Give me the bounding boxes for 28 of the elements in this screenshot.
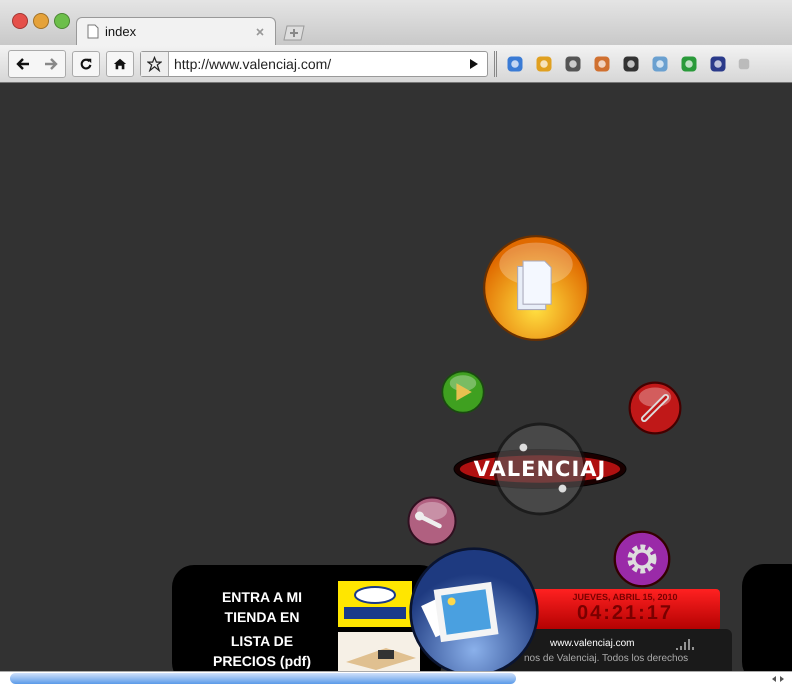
copyright-text: nos de Valenciaj. Todos los derechos xyxy=(524,653,688,664)
play-orb-button[interactable] xyxy=(441,370,485,414)
minimize-window-button[interactable] xyxy=(33,13,49,29)
clock-date: JUEVES, ABRIL 15, 2010 xyxy=(572,592,678,602)
site-address: www.valenciaj.com xyxy=(550,638,634,649)
extension-icon[interactable] xyxy=(621,54,641,74)
page-icon xyxy=(87,24,99,39)
new-tab-button[interactable] xyxy=(282,25,306,41)
close-window-button[interactable] xyxy=(12,13,28,29)
reload-button[interactable] xyxy=(72,50,100,76)
wrench-orb-button[interactable] xyxy=(407,496,457,546)
address-bar[interactable]: http://www.valenciaj.com/ xyxy=(140,50,488,76)
horizontal-scrollbar[interactable] xyxy=(0,671,792,686)
go-button[interactable] xyxy=(469,58,479,70)
store-link[interactable]: ENTRA A MI TIENDA EN xyxy=(212,587,312,627)
home-button[interactable] xyxy=(106,50,134,76)
signal-bars-icon xyxy=(675,638,695,650)
gear-orb-button[interactable] xyxy=(613,530,671,588)
documents-orb-button[interactable] xyxy=(482,234,590,342)
pictures-orb-button[interactable] xyxy=(408,546,540,671)
scroll-thumb[interactable] xyxy=(10,673,516,684)
price-list-link[interactable]: LISTA DE PRECIOS (pdf) xyxy=(200,631,324,671)
extension-icon[interactable] xyxy=(563,54,583,74)
close-icon[interactable] xyxy=(255,26,265,36)
clock-time: 04:21:17 xyxy=(576,602,674,625)
extension-icon[interactable] xyxy=(708,54,728,74)
zoom-window-button[interactable] xyxy=(54,13,70,29)
browser-tab[interactable]: index xyxy=(76,17,276,45)
